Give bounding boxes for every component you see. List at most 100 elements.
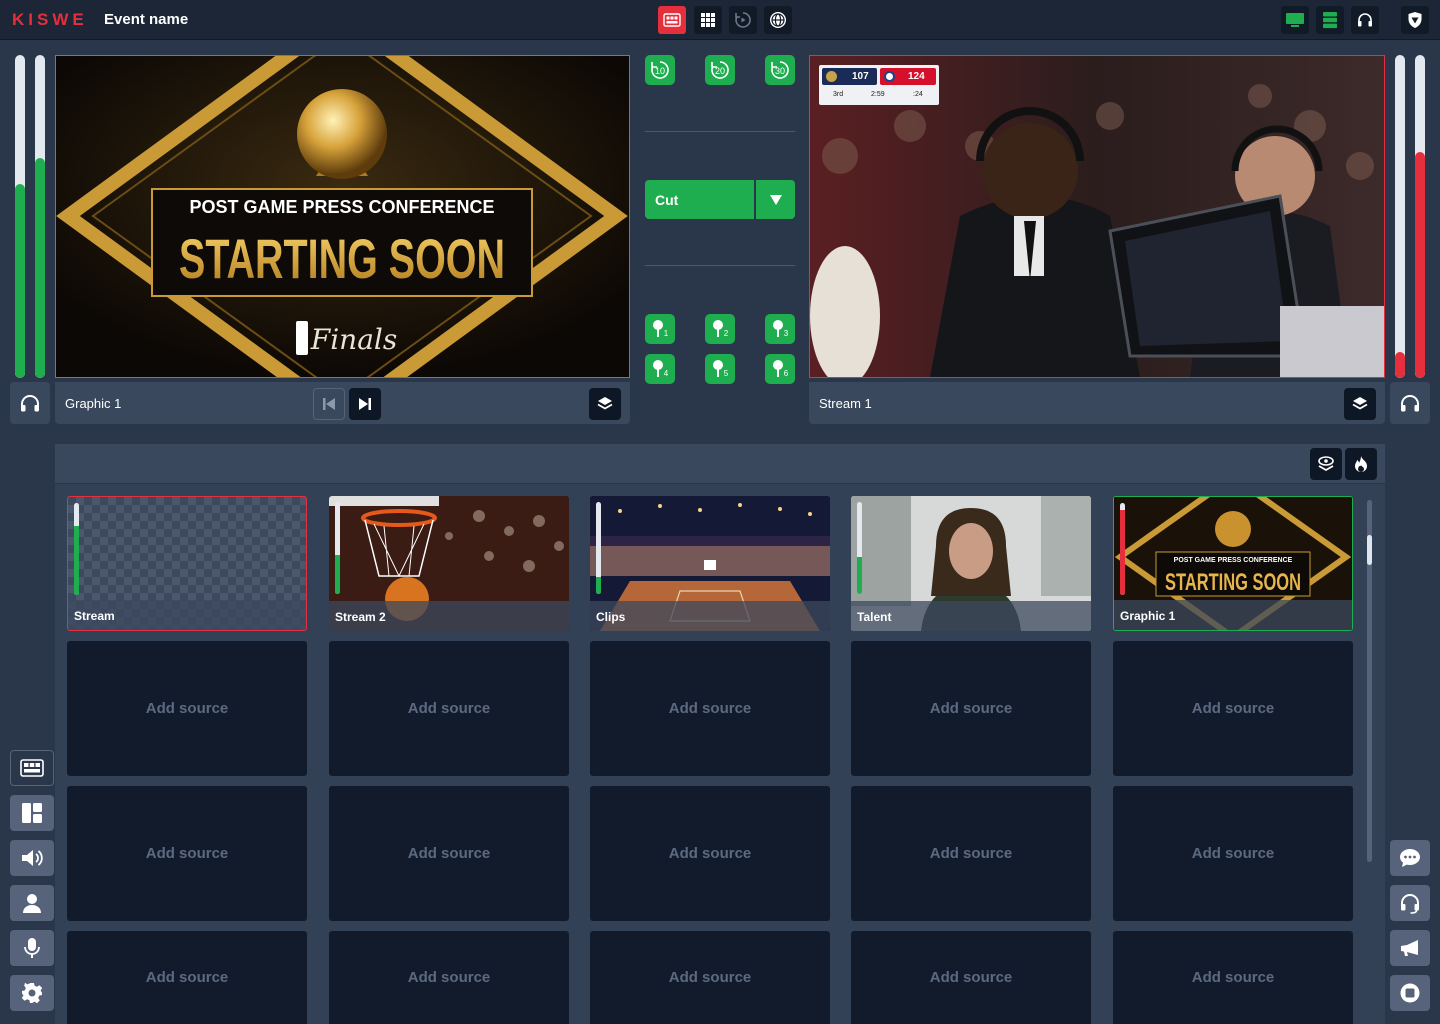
skip-forward-button[interactable] xyxy=(349,388,381,420)
layout-icon xyxy=(22,803,42,823)
visibility-toggle-button[interactable] xyxy=(1310,448,1342,480)
add-source-slot[interactable]: Add source xyxy=(590,931,830,1024)
transition-dropdown-button[interactable] xyxy=(756,180,795,219)
sidebar-multiview-button[interactable] xyxy=(10,750,54,786)
replay-button[interactable] xyxy=(729,6,757,34)
program-monitor[interactable]: 107 124 3rd 2:59 :24 xyxy=(809,55,1385,378)
shield-icon xyxy=(1408,12,1422,28)
globe-broadcast-icon xyxy=(770,12,786,28)
replay-icon xyxy=(735,12,751,28)
add-source-slot[interactable]: Add source xyxy=(1113,786,1353,921)
broadcast-globe-button[interactable] xyxy=(764,6,792,34)
pin-4-button[interactable]: 4 xyxy=(645,354,675,384)
source-tile-stream[interactable]: Stream xyxy=(67,496,307,631)
pin-icon: 5 xyxy=(713,360,729,378)
intercom-button[interactable] xyxy=(1390,885,1430,921)
headset-button[interactable] xyxy=(1351,6,1379,34)
sidebar-audio-button[interactable] xyxy=(10,840,54,876)
source-tile-talent[interactable]: Talent xyxy=(851,496,1091,631)
add-source-slot[interactable]: Add source xyxy=(67,641,307,776)
preview-layers-button[interactable] xyxy=(589,388,621,420)
monitor-icon xyxy=(1286,13,1304,27)
pin-icon: 3 xyxy=(773,320,789,338)
pin-icon: 6 xyxy=(773,360,789,378)
source-tile-graphic-1[interactable]: POST GAME PRESS CONFERENCE STARTING SOON… xyxy=(1113,496,1353,631)
add-source-slot[interactable]: Add source xyxy=(851,786,1091,921)
add-source-slot[interactable]: Add source xyxy=(590,786,830,921)
announce-button[interactable] xyxy=(1390,930,1430,966)
add-source-label: Add source xyxy=(929,845,1013,862)
grid-view-button[interactable] xyxy=(694,6,722,34)
preview-audio-meter-right xyxy=(35,55,45,378)
svg-text:2: 2 xyxy=(724,329,729,338)
event-name: Event name xyxy=(104,11,189,28)
headphones-icon xyxy=(21,395,39,412)
flame-icon xyxy=(1355,456,1367,472)
pin-2-button[interactable]: 2 xyxy=(705,314,735,344)
program-audio-meter-right xyxy=(1415,55,1425,378)
add-source-label: Add source xyxy=(145,969,229,986)
add-source-label: Add source xyxy=(668,700,752,717)
program-audio-meter-left xyxy=(1395,55,1405,378)
pin-6-button[interactable]: 6 xyxy=(765,354,795,384)
monitor-button[interactable] xyxy=(1281,6,1309,34)
source-level-meter xyxy=(1120,503,1125,595)
source-level-meter xyxy=(857,502,862,594)
sidebar-mic-button[interactable] xyxy=(10,930,54,966)
add-source-slot[interactable]: Add source xyxy=(851,931,1091,1024)
program-layers-button[interactable] xyxy=(1344,388,1376,420)
cut-button[interactable]: Cut xyxy=(645,180,754,219)
sidebar-layout-button[interactable] xyxy=(10,795,54,831)
pin-5-button[interactable]: 5 xyxy=(705,354,735,384)
shield-button[interactable] xyxy=(1401,6,1429,34)
hot-button[interactable] xyxy=(1345,448,1377,480)
add-source-slot[interactable]: Add source xyxy=(1113,641,1353,776)
preview-monitor[interactable]: POST GAME PRESS CONFERENCE STARTING SOON… xyxy=(55,55,630,378)
add-source-label: Add source xyxy=(407,700,491,717)
divider xyxy=(645,265,795,266)
sidebar-settings-button[interactable] xyxy=(10,975,54,1011)
chat-icon xyxy=(1400,849,1420,867)
sidebar-talent-button[interactable] xyxy=(10,885,54,921)
add-source-slot[interactable]: Add source xyxy=(329,786,569,921)
svg-text:5: 5 xyxy=(724,369,729,378)
add-source-slot[interactable]: Add source xyxy=(1113,931,1353,1024)
add-source-label: Add source xyxy=(668,845,752,862)
replay-20-button[interactable]: 20 xyxy=(705,55,735,85)
home-team-logo xyxy=(884,71,895,82)
add-source-slot[interactable]: Add source xyxy=(329,641,569,776)
replay-10-button[interactable]: 10 xyxy=(645,55,675,85)
add-source-label: Add source xyxy=(407,969,491,986)
replay-30-button[interactable]: 30 xyxy=(765,55,795,85)
add-source-slot[interactable]: Add source xyxy=(67,786,307,921)
preview-graphic: POST GAME PRESS CONFERENCE STARTING SOON… xyxy=(56,56,629,377)
preview-listen-button[interactable] xyxy=(10,382,50,424)
multiview-toggle-button[interactable] xyxy=(658,6,686,34)
add-source-label: Add source xyxy=(1191,845,1275,862)
svg-text:POST GAME PRESS CONFERENCE: POST GAME PRESS CONFERENCE xyxy=(1174,557,1293,564)
layers-icon xyxy=(1352,397,1368,410)
sources-scrollbar[interactable] xyxy=(1367,500,1372,862)
sources-panel-header xyxy=(55,444,1385,484)
pin-3-button[interactable]: 3 xyxy=(765,314,795,344)
finals-logo-text: Finals xyxy=(310,323,397,356)
add-source-slot[interactable]: Add source xyxy=(851,641,1091,776)
add-source-slot[interactable]: Add source xyxy=(329,931,569,1024)
source-tile-clips[interactable]: Clips xyxy=(590,496,830,631)
add-source-label: Add source xyxy=(1191,969,1275,986)
chat-button[interactable] xyxy=(1390,840,1430,876)
source-name: Stream xyxy=(68,600,306,630)
record-button[interactable] xyxy=(1390,975,1430,1011)
program-listen-button[interactable] xyxy=(1390,382,1430,424)
skip-back-button[interactable] xyxy=(313,388,345,420)
megaphone-icon xyxy=(1401,940,1418,956)
source-tile-stream-2[interactable]: Stream 2 xyxy=(329,496,569,631)
add-source-slot[interactable]: Add source xyxy=(67,931,307,1024)
server-button[interactable] xyxy=(1316,6,1344,34)
scrollbar-thumb[interactable] xyxy=(1367,535,1372,565)
svg-text:10: 10 xyxy=(655,66,665,76)
scorebug: 107 124 3rd 2:59 :24 xyxy=(819,65,939,105)
rewind-30-icon: 30 xyxy=(771,61,789,79)
add-source-slot[interactable]: Add source xyxy=(590,641,830,776)
pin-1-button[interactable]: 1 xyxy=(645,314,675,344)
